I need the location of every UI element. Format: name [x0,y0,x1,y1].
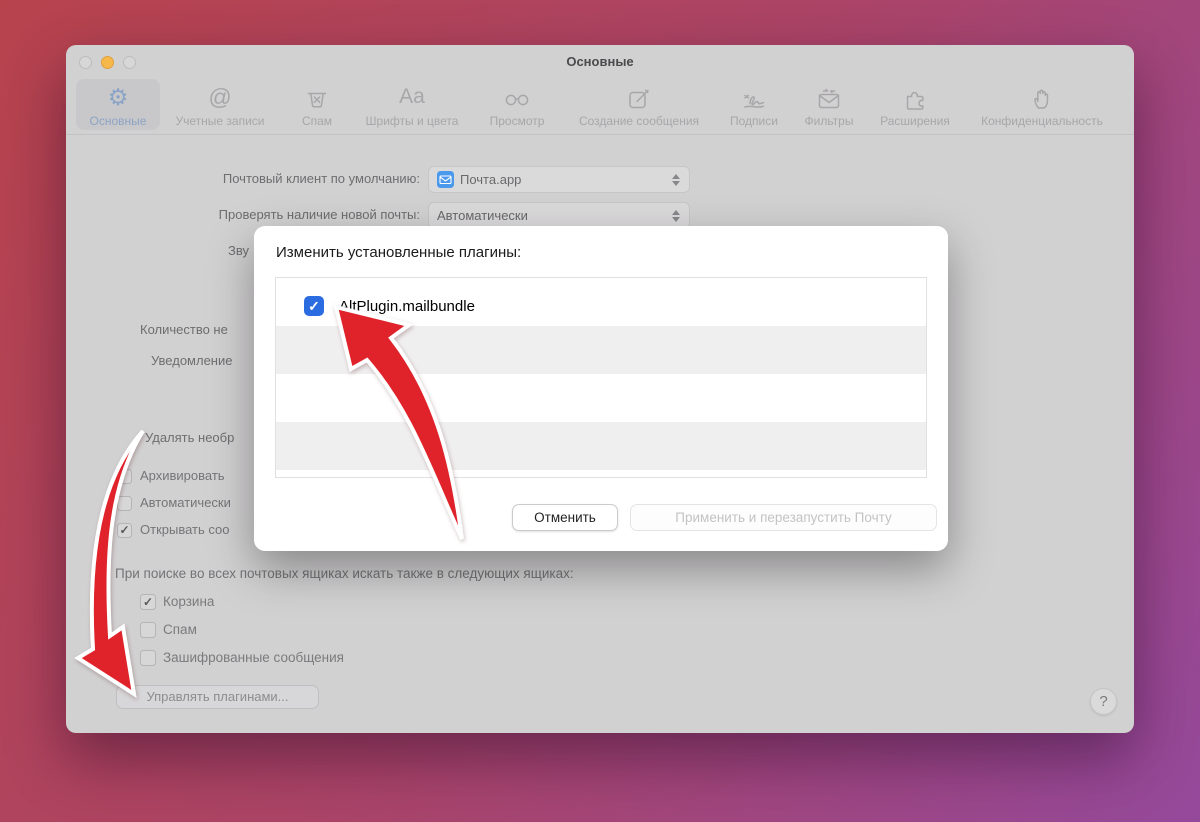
plugin-checkbox[interactable]: ✓ [304,296,324,316]
apply-restart-button[interactable]: Применить и перезапустить Почту [630,504,937,531]
mail-app-icon [437,171,454,188]
cancel-button[interactable]: Отменить [512,504,618,531]
check-mail-select[interactable]: Автоматически [428,202,690,229]
help-button[interactable]: ? [1090,688,1117,715]
tab-privacy[interactable]: Конфиденциальность [967,81,1117,135]
open-messages-checkbox[interactable]: ✓ [117,523,132,538]
chevron-up-down-icon [672,173,680,186]
unread-count-label-clipped: Количество не [140,322,228,337]
plugin-name: AltPlugin.mailbundle [339,298,475,315]
junk-search-checkbox[interactable] [140,622,156,638]
encrypted-search-checkbox[interactable] [140,650,156,666]
check-icon: ✓ [308,298,320,314]
archive-checkbox[interactable] [117,469,132,484]
check-icon: ✓ [119,523,130,537]
default-client-label: Почтовый клиент по умолчанию: [222,171,420,186]
check-mail-label: Проверять наличие новой почты: [218,207,420,222]
trash-search-checkbox[interactable]: ✓ [140,594,156,610]
dialog-title: Изменить установленные плагины: [276,244,522,261]
manage-plugins-button[interactable]: Управлять плагинами... [116,685,319,709]
toolbar-divider [66,134,1134,135]
default-client-select[interactable]: Почта.app [428,166,690,193]
desktop-background: Основные ⚙ Основные @ Учетные записи Спа… [0,0,1200,822]
hand-icon [967,81,1117,113]
plugins-list[interactable]: ✓ AltPlugin.mailbundle [275,277,927,478]
delete-label-clipped: Удалять необр [145,430,235,445]
automatically-checkbox[interactable] [117,496,132,511]
search-section-label: При поиске во всех почтовых ящиках искат… [115,566,574,581]
manage-plugins-dialog: Изменить установленные плагины: ✓ AltPlu… [254,226,948,551]
chevron-up-down-icon [672,209,680,222]
notification-label-clipped: Уведомление [151,353,233,368]
sounds-label-clipped: Зву [228,243,249,258]
window-title: Основные [566,54,634,69]
check-icon: ✓ [142,595,154,609]
